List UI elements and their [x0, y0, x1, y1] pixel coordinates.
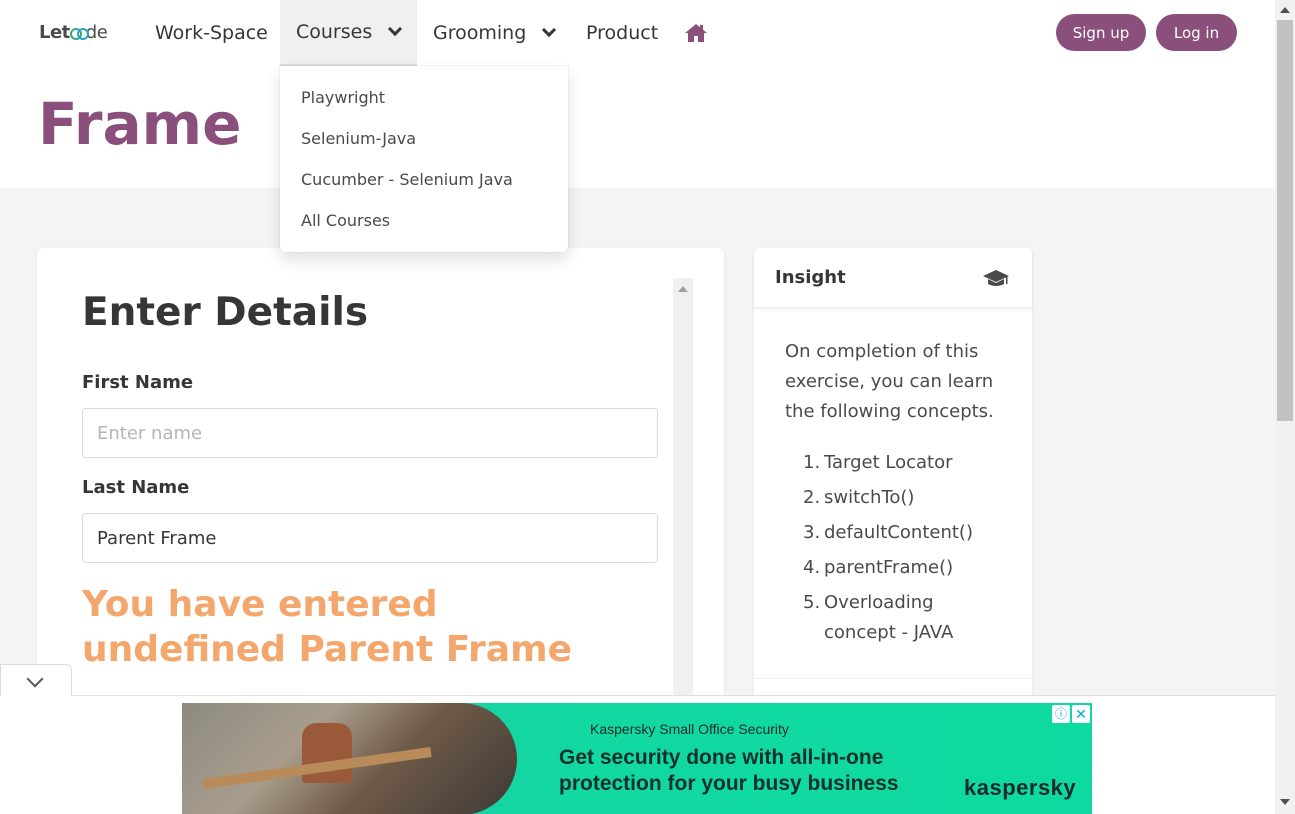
menu-item-playwright[interactable]: Playwright	[301, 88, 385, 107]
scroll-down-arrow-icon[interactable]	[1280, 799, 1290, 805]
ad-brand-line: Kaspersky Small Office Security	[590, 721, 789, 737]
last-name-input[interactable]	[82, 513, 658, 563]
first-name-label: First Name	[82, 372, 194, 393]
ad-info-icon[interactable]: ⓘ	[1052, 705, 1070, 723]
page-title: Frame	[38, 90, 242, 158]
ad-collapse-button[interactable]	[0, 664, 72, 696]
last-name-label: Last Name	[82, 477, 190, 498]
kaspersky-ad-banner[interactable]: Kaspersky Small Office Security Get secu…	[182, 703, 1092, 814]
menu-item-selenium-java[interactable]: Selenium-Java	[301, 129, 416, 148]
logo-infinity-icon	[69, 27, 89, 40]
menu-item-cucumber-selenium-java[interactable]: Cucumber - Selenium Java	[301, 170, 513, 189]
nav-item-label: Product	[586, 22, 659, 44]
hero-section: Frame	[0, 66, 1275, 188]
ad-office-photo	[182, 703, 517, 814]
insight-card: Insight On completion of this exercise, …	[754, 248, 1032, 708]
nav-item-courses[interactable]: Courses	[280, 0, 417, 66]
chevron-down-icon	[26, 670, 44, 688]
ad-bar: Kaspersky Small Office Security Get secu…	[0, 695, 1275, 814]
scroll-up-arrow-icon[interactable]	[1280, 7, 1290, 13]
nav-item-label: Grooming	[433, 22, 527, 44]
chevron-down-icon	[542, 22, 557, 38]
sign-up-button[interactable]: Sign up	[1056, 14, 1146, 51]
home-icon[interactable]	[684, 22, 708, 44]
letcode-logo[interactable]: Let de	[39, 22, 108, 43]
first-name-input[interactable]	[82, 408, 658, 458]
menu-item-all-courses[interactable]: All Courses	[301, 211, 390, 230]
ad-close-icon[interactable]: ✕	[1072, 705, 1090, 723]
frame-card: Enter Details First Name Last Name You h…	[37, 248, 724, 708]
courses-dropdown-menu: Playwright Selenium-Java Cucumber - Sele…	[280, 66, 568, 252]
insight-header: Insight	[754, 248, 1032, 308]
list-item: 3. defaultContent()	[803, 522, 973, 543]
list-item: 4. parentFrame()	[803, 557, 954, 578]
frame-scrollbar[interactable]	[673, 278, 693, 708]
scroll-up-arrow-icon[interactable]	[678, 286, 688, 292]
list-item: 1. Target Locator	[803, 452, 953, 473]
nav-item-label: Work-Space	[155, 22, 268, 44]
concept-list: 1. Target Locator 2. switchTo() 3. defaultC…	[803, 448, 1003, 653]
logo-text-left: Let	[39, 22, 70, 43]
ad-headline: Get security done with all-in-one protec…	[559, 746, 899, 795]
kaspersky-logo: kaspersky	[964, 775, 1077, 800]
navbar: Let de Work-Space Courses Grooming Produc…	[0, 0, 1275, 66]
form-title: Enter Details	[82, 290, 369, 335]
insight-description: On completion of this exercise, you can …	[785, 341, 994, 422]
divider	[754, 678, 1032, 679]
nav-item-label: Courses	[296, 21, 373, 43]
nav-item-grooming[interactable]: Grooming	[433, 0, 557, 66]
scrollbar-thumb[interactable]	[1277, 20, 1293, 421]
logo-text-right: de	[85, 22, 108, 43]
insight-title: Insight	[775, 267, 846, 288]
chevron-down-icon	[388, 21, 403, 37]
list-item: 2. switchTo()	[803, 487, 915, 508]
nav-item-product[interactable]: Product	[586, 0, 658, 66]
result-message: You have entered undefined Parent Frame	[82, 584, 572, 670]
list-item: 5. Overloading concept - JAVA	[803, 592, 954, 643]
page-scrollbar[interactable]	[1275, 0, 1295, 814]
log-in-button[interactable]: Log in	[1156, 14, 1237, 51]
graduation-cap-icon	[983, 270, 1009, 286]
nav-item-work-space[interactable]: Work-Space	[155, 0, 268, 66]
